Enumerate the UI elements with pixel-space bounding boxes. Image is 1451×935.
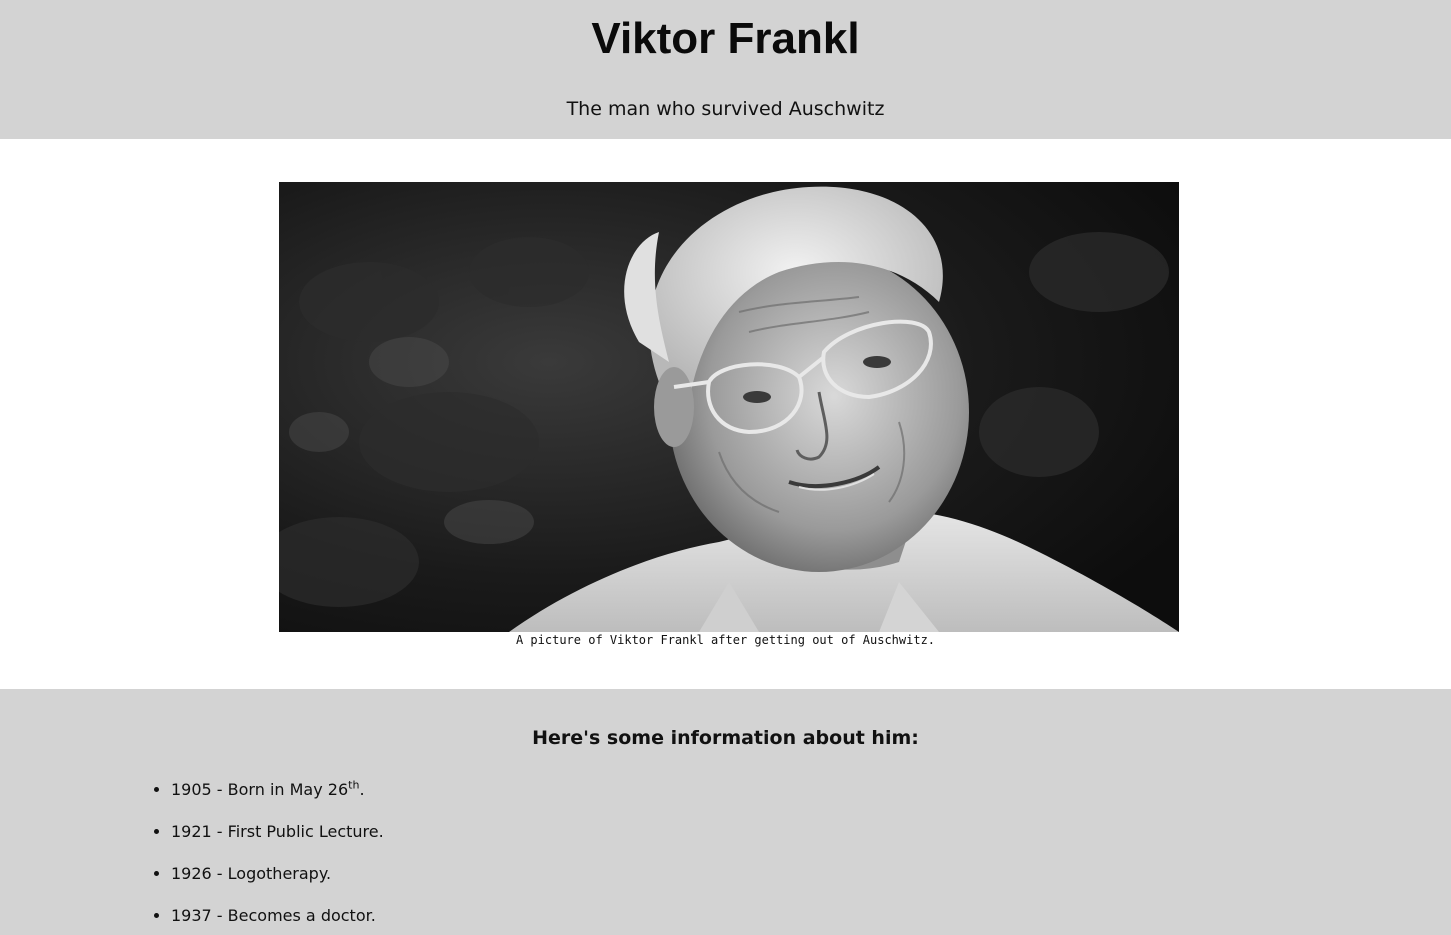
title-header: Viktor Frankl The man who survived Ausch… [0, 0, 1451, 139]
timeline-list: 1905 - Born in May 26th. 1921 - First Pu… [0, 769, 384, 935]
list-item: 1937 - Becomes a doctor. [171, 895, 384, 935]
list-item: 1921 - First Public Lecture. [171, 811, 384, 853]
portrait-photo [279, 182, 1179, 632]
list-item: 1926 - Logotherapy. [171, 853, 384, 895]
list-item-text: 1937 - Becomes a doctor. [171, 906, 376, 925]
page-title: Viktor Frankl [591, 14, 860, 63]
page-subtitle: The man who survived Auschwitz [566, 98, 885, 120]
list-item-text: 1926 - Logotherapy. [171, 864, 332, 883]
list-item-punctuation: . [359, 780, 365, 799]
photo-caption: A picture of Viktor Frankl after getting… [515, 633, 936, 647]
image-section: A picture of Viktor Frankl after getting… [0, 139, 1451, 689]
info-section: Here's some information about him: 1905 … [0, 689, 1451, 935]
ordinal-suffix: th [348, 778, 360, 792]
list-item-text: 1921 - First Public Lecture. [171, 822, 384, 841]
list-item-text: 1905 - Born in May 26 [171, 780, 349, 799]
list-item: 1905 - Born in May 26th. [171, 769, 384, 811]
portrait-illustration [279, 182, 1179, 632]
info-heading: Here's some information about him: [532, 727, 919, 749]
